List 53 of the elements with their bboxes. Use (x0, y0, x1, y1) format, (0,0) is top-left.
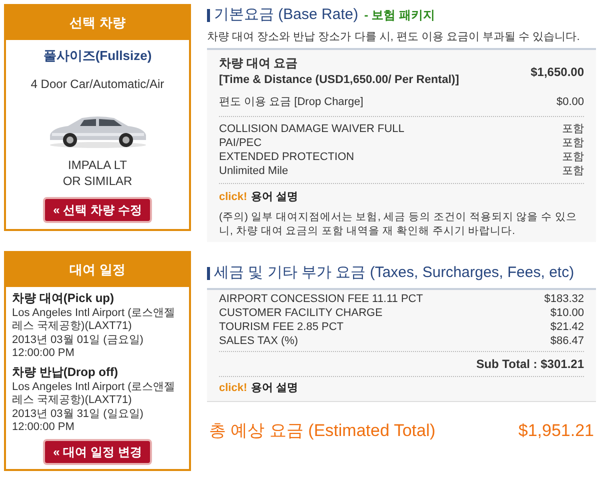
tax-amount: $86.47 (550, 334, 584, 348)
schedule-heading: 차량 반납(Drop off) (12, 364, 119, 380)
click-label: click! (219, 380, 248, 396)
schedule-line: Los Angeles Intl Airport (로스앤젤 (12, 380, 176, 394)
schedule-line: Los Angeles Intl Airport (로스앤젤 (12, 306, 176, 320)
schedule-line: 레스 국제공항)(LAXT71) (12, 394, 133, 408)
heading-marker-icon (207, 8, 210, 22)
vehicle-features: 4 Door Car/Automatic/Air (30, 76, 164, 93)
total-amount: $1,951.21 (518, 420, 594, 442)
subtotal: Sub Total : $301.21 (476, 356, 584, 373)
total-label: 총 예상 요금 (Estimated Total) (209, 420, 436, 442)
tax-name: AIRPORT CONCESSION FEE 11.11 PCT (219, 292, 423, 306)
fee-label: 편도 이용 요금 [Drop Charge] (219, 95, 364, 110)
edit-button[interactable]: « 선택 차량 수정 (43, 197, 152, 223)
model-name: OR SIMILAR (62, 173, 132, 189)
vehicle-class: 풀사이즈(Fullsize) (43, 46, 152, 65)
glossary-link[interactable]: 용어 설명 (251, 188, 298, 206)
model-name: IMPALA LT (68, 157, 127, 173)
schedule-line: 12:00:00 PM (12, 421, 76, 434)
coverage-name: COLLISION DAMAGE WAIVER FULL (219, 122, 404, 136)
tax-amount: $21.42 (550, 320, 584, 334)
schedule-line: 레스 국제공항)(LAXT71) (12, 320, 133, 334)
coverage-value: 포함 (562, 164, 584, 178)
fee-amount: $0.00 (556, 95, 584, 110)
package-label: - 보험 패키지 (364, 7, 435, 24)
edit-button[interactable]: « 대여 일정 변경 (43, 438, 152, 464)
fee-amount: $1,650.00 (530, 64, 584, 81)
section-title: 세금 및 기타 부가 요금 (Taxes, Surcharges, Fees, etc) (214, 263, 574, 284)
tax-name: SALES TAX (%) (219, 334, 298, 348)
coverage-name: EXTENDED PROTECTION (219, 150, 354, 164)
coverage-value: 포함 (562, 150, 584, 164)
click-label: click! (219, 190, 248, 205)
schedule-line: 2013년 03월 31일 (일요일) (12, 408, 144, 421)
coverage-value: 포함 (562, 136, 584, 150)
schedule-line: 2013년 03월 01일 (금요일) (12, 334, 144, 347)
heading-marker-icon (207, 267, 210, 280)
schedule-heading: 차량 대여(Pick up) (12, 290, 116, 306)
tax-amount: $10.00 (550, 306, 584, 320)
caution-text: (주의) 일부 대여지점에서는 보험, 세금 등의 조건이 적용되지 않을 수 있으니, 차량 대여 요금의 포함 내역을 재 확인해 주시기 바랍니다. (219, 210, 578, 238)
fee-detail: [Time & Distance (USD1,650.00/ Per Rental)] (219, 73, 460, 88)
tax-amount: $183.32 (544, 292, 584, 306)
coverage-name: PAI/PEC (219, 136, 262, 150)
coverage-name: Unlimited Mile (219, 164, 288, 178)
card-header: 선택 차량 (6, 6, 189, 40)
section-title: 기본요금 (Base Rate) (214, 5, 358, 25)
coverage-value: 포함 (562, 122, 584, 136)
tax-name: TOURISM FEE 2.85 PCT (219, 320, 344, 334)
glossary-link[interactable]: 용어 설명 (251, 380, 298, 396)
tax-name: CUSTOMER FACILITY CHARGE (219, 306, 382, 320)
notice-text: 차량 대여 장소와 반납 장소가 다를 시, 편도 이용 요금이 부과될 수 있습니다. (207, 30, 581, 44)
fee-label: 차량 대여 요금 (219, 55, 299, 72)
schedule-line: 12:00:00 PM (12, 347, 76, 360)
card-header: 대여 일정 (6, 253, 189, 286)
